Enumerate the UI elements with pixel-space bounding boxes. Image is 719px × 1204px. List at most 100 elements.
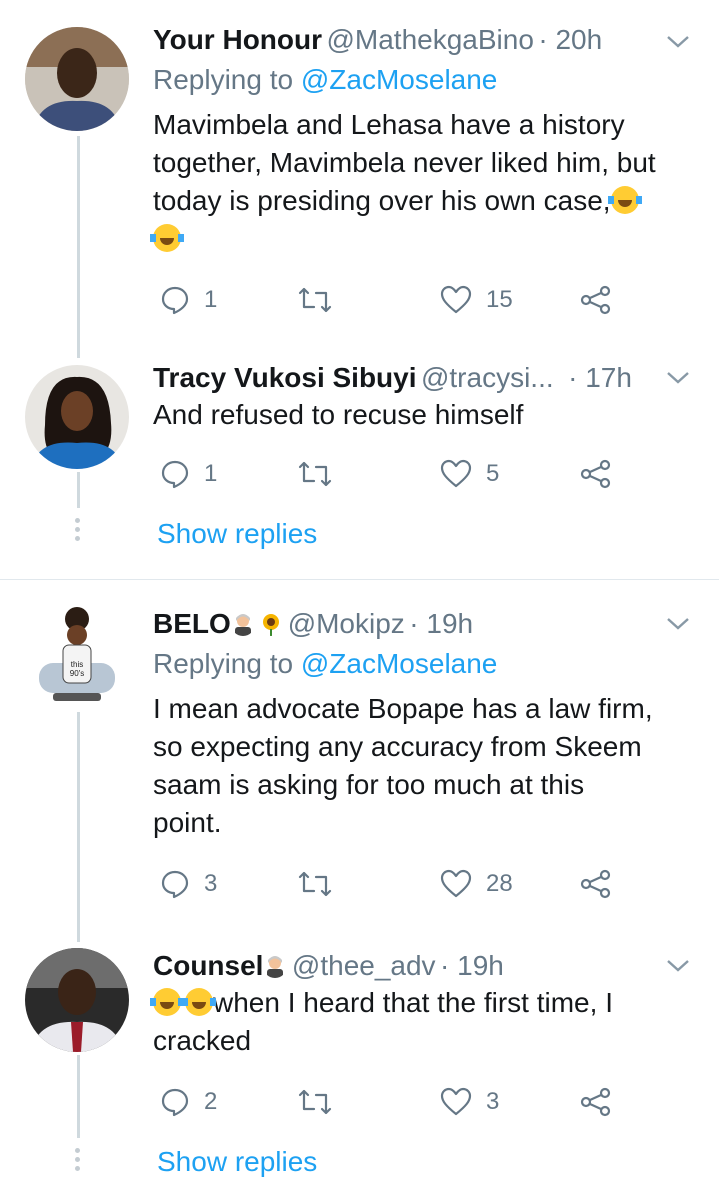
like-button[interactable]: 28 <box>440 864 513 904</box>
reply-button[interactable]: 3 <box>160 864 217 904</box>
reply-count: 1 <box>204 460 218 487</box>
share-button[interactable] <box>580 1082 612 1122</box>
thread-line <box>77 1055 80 1138</box>
tweet-text-line: so expecting any accuracy from Skeem <box>153 731 642 762</box>
like-count: 15 <box>486 286 513 313</box>
tweet-text-line: I mean advocate Bopape has a law firm, <box>153 693 653 724</box>
timestamp[interactable]: · 17h <box>568 362 632 393</box>
retweet-icon <box>298 871 332 897</box>
sunflower-emoji-icon <box>263 614 280 636</box>
retweet-icon <box>298 461 332 487</box>
share-icon <box>580 459 611 489</box>
tweet-header: Tracy Vukosi Sibuyi @tracysi... · 17h <box>153 360 632 401</box>
heart-icon <box>440 459 472 488</box>
user-handle[interactable]: @Mokipz <box>288 608 405 639</box>
thread-line <box>77 472 80 508</box>
tweet-text-line: Mavimbela and Lehasa have a history <box>153 109 625 140</box>
avatar-image <box>25 365 129 469</box>
tweet-actions: 1 5 <box>153 454 623 494</box>
mention-link[interactable]: @ZacMoselane <box>301 64 498 95</box>
separator <box>0 579 719 580</box>
thread-dots <box>75 518 81 545</box>
tweet-header: BELO @Mokipz · 19h <box>153 606 473 647</box>
retweet-button[interactable] <box>298 1082 332 1122</box>
avatar-tracy[interactable] <box>25 365 129 469</box>
retweet-button[interactable] <box>298 864 332 904</box>
user-handle[interactable]: @MathekgaBino <box>326 24 533 55</box>
tweet-text-line: today is presiding over his own case, <box>153 182 693 220</box>
share-icon <box>580 285 611 315</box>
tweet-text-line: when I heard that the first time, I <box>150 984 693 1022</box>
retweet-button[interactable] <box>298 454 332 494</box>
timestamp[interactable]: · 19h <box>409 608 473 639</box>
chevron-down-icon[interactable] <box>664 614 692 634</box>
show-replies-link[interactable]: Show replies <box>157 518 317 550</box>
mention-link[interactable]: @ZacMoselane <box>301 648 498 679</box>
share-button[interactable] <box>580 864 612 904</box>
like-button[interactable]: 3 <box>440 1082 499 1122</box>
share-icon <box>580 1087 611 1117</box>
timestamp[interactable]: · 20h <box>538 24 602 55</box>
judge-emoji-icon <box>267 956 284 978</box>
replying-prefix: Replying to <box>153 648 301 679</box>
tweet-text: Mavimbela and Lehasa have a history toge… <box>150 106 693 258</box>
tweet-actions: 2 3 <box>153 1082 623 1122</box>
heart-icon <box>440 285 472 314</box>
display-name[interactable]: Tracy Vukosi Sibuyi <box>153 362 417 393</box>
retweet-icon <box>298 1089 332 1115</box>
tweet-text: I mean advocate Bopape has a law firm, s… <box>153 690 693 842</box>
reply-button[interactable]: 2 <box>160 1082 217 1122</box>
avatar-your-honour[interactable] <box>25 27 129 131</box>
tweet-text-segment: today is presiding over his own case, <box>153 185 611 216</box>
reply-count: 3 <box>204 870 218 897</box>
retweet-button[interactable] <box>298 280 332 320</box>
avatar-belo[interactable]: this 90's <box>25 605 129 709</box>
chevron-down-icon[interactable] <box>664 956 692 976</box>
joy-emoji-icon <box>182 988 216 1016</box>
display-name[interactable]: Your Honour <box>153 24 322 55</box>
avatar-counsel[interactable] <box>25 948 129 1052</box>
share-icon <box>580 869 611 899</box>
avatar-image <box>25 948 129 1052</box>
tweet-actions: 1 15 <box>153 280 623 320</box>
reply-button[interactable]: 1 <box>160 280 217 320</box>
chevron-down-icon[interactable] <box>664 32 692 52</box>
show-replies-link[interactable]: Show replies <box>157 1146 317 1178</box>
rofl-emoji-icon <box>607 186 642 214</box>
thread-line <box>77 136 80 358</box>
like-button[interactable]: 5 <box>440 454 499 494</box>
tweet-text: And refused to recuse himself <box>153 399 524 430</box>
avatar-image <box>25 27 129 131</box>
display-name[interactable]: Counsel <box>153 950 263 981</box>
tweet-text-segment: when I heard that the first time, I <box>213 987 613 1018</box>
rofl-emoji-icon <box>150 224 184 252</box>
user-handle[interactable]: @tracysi... <box>421 362 554 393</box>
tweet-header: Your Honour @MathekgaBino · 20h <box>153 22 602 63</box>
tweet-actions: 3 28 <box>153 864 623 904</box>
reply-icon <box>161 1088 189 1117</box>
user-handle[interactable]: @thee_adv <box>292 950 436 981</box>
reply-count: 1 <box>204 286 218 313</box>
share-button[interactable] <box>580 454 612 494</box>
like-count: 28 <box>486 870 513 897</box>
share-button[interactable] <box>580 280 612 320</box>
like-button[interactable]: 15 <box>440 280 513 320</box>
judge-emoji-icon <box>234 614 251 636</box>
reply-count: 2 <box>204 1088 218 1115</box>
replying-to: Replying to @ZacMoselane <box>153 62 497 98</box>
chevron-down-icon[interactable] <box>664 368 692 388</box>
like-count: 3 <box>486 1088 500 1115</box>
svg-text:this: this <box>71 660 83 669</box>
svg-text:90's: 90's <box>70 669 84 678</box>
reply-icon <box>161 286 189 315</box>
reply-icon <box>161 460 189 489</box>
replying-to: Replying to @ZacMoselane <box>153 646 497 682</box>
tweet-text-line: together, Mavimbela never liked him, but <box>153 147 656 178</box>
reply-button[interactable]: 1 <box>160 454 217 494</box>
heart-icon <box>440 1087 472 1116</box>
tweet-text: when I heard that the first time, I crac… <box>150 984 693 1060</box>
timestamp[interactable]: · 19h <box>440 950 504 981</box>
tweet-text-line <box>150 220 693 258</box>
reply-icon <box>161 870 189 899</box>
display-name[interactable]: BELO <box>153 608 231 639</box>
